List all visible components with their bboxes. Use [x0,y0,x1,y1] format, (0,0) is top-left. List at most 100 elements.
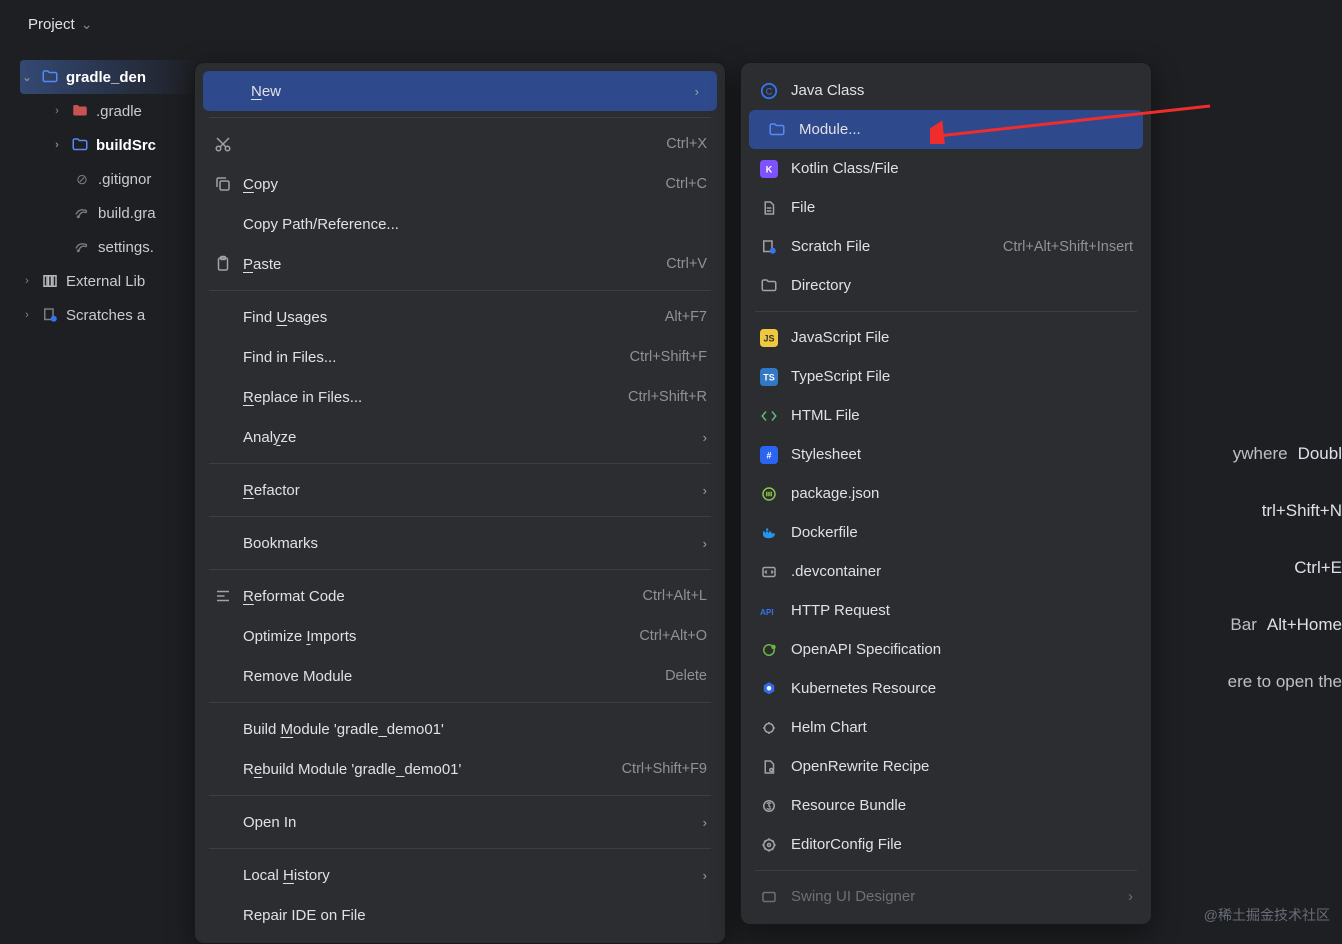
tree-item[interactable]: ⊘ .gitignor [20,162,200,196]
submenu-item[interactable]: .devcontainer [741,552,1151,591]
folder-icon [759,276,779,296]
openapi-icon [759,640,779,660]
menu-item[interactable]: New› [203,71,717,111]
menu-item[interactable]: Refactor› [195,470,725,510]
submenu-label: Dockerfile [791,524,1133,541]
editorconfig-icon [759,835,779,855]
shortcut: Ctrl+Alt+L [643,588,707,604]
tree-item[interactable]: › .gradle [20,94,200,128]
menu-item[interactable]: Reformat Code Ctrl+Alt+L [195,576,725,616]
library-icon [40,271,60,291]
svg-text:K: K [766,164,773,174]
menu-label: Find in Files... [243,349,620,366]
menu-item[interactable]: Bookmarks› [195,523,725,563]
folder-blue-icon [767,120,787,140]
project-label: Project [28,16,75,33]
scratch-icon [759,237,779,257]
project-tool-header[interactable]: Project [0,0,1342,48]
submenu-item[interactable]: Scratch FileCtrl+Alt+Shift+Insert [741,227,1151,266]
expand-icon[interactable]: › [20,309,34,321]
menu-label: Local History [243,867,693,884]
expand-icon[interactable]: ⌄ [20,71,34,84]
shortcut: Delete [665,668,707,684]
menu-item[interactable]: CopyCtrl+C [195,164,725,204]
menu-item[interactable]: Rebuild Module 'gradle_demo01'Ctrl+Shift… [195,749,725,789]
tree-item[interactable]: › External Lib [20,264,200,298]
submenu-item[interactable]: JSJavaScript File [741,318,1151,357]
gradle-icon [72,237,92,257]
tree-label: .gradle [96,103,142,120]
chevron-right-icon: › [1128,888,1133,905]
submenu-label: Stylesheet [791,446,1133,463]
tree-root[interactable]: ⌄ gradle_den [20,60,200,94]
folder-icon [70,101,90,121]
shortcut: Ctrl+Shift+R [628,389,707,405]
submenu-item[interactable]: Module... [749,110,1143,149]
tree-item[interactable]: settings. [20,230,200,264]
menu-label: Reformat Code [243,588,633,605]
chevron-right-icon: › [703,483,707,498]
menu-item[interactable]: Analyze› [195,417,725,457]
menu-item[interactable]: Optimize ImportsCtrl+Alt+O [195,616,725,656]
docker-icon [759,523,779,543]
menu-item[interactable]: Remove ModuleDelete [195,656,725,696]
api-icon: API [759,601,779,621]
c-blue-icon: C [759,81,779,101]
scratch-icon [40,305,60,325]
chevron-right-icon: › [695,84,699,99]
submenu-item[interactable]: KKotlin Class/File [741,149,1151,188]
menu-item[interactable]: Repair IDE on File [195,895,725,935]
css-icon: # [759,445,779,465]
menu-item[interactable]: Replace in Files...Ctrl+Shift+R [195,377,725,417]
expand-icon[interactable]: › [20,275,34,287]
paste-icon [213,255,233,273]
menu-item[interactable]: Find UsagesAlt+F7 [195,297,725,337]
tree-label: Scratches a [66,307,145,324]
menu-item[interactable]: Copy Path/Reference... [195,204,725,244]
context-menu: New› Ctrl+XCopyCtrl+CCopy Path/Reference.… [194,62,726,944]
submenu-label: JavaScript File [791,329,1133,346]
tree-item[interactable]: › Scratches a [20,298,200,332]
submenu-item[interactable]: Resource Bundle [741,786,1151,825]
tree-item[interactable]: › buildSrc [20,128,200,162]
menu-label: Open In [243,814,693,831]
shortcut: Ctrl+V [666,256,707,272]
expand-icon[interactable]: › [50,139,64,151]
submenu-item[interactable]: APIHTTP Request [741,591,1151,630]
svg-text:API: API [760,608,774,617]
submenu-item[interactable]: OpenAPI Specification [741,630,1151,669]
tree-item[interactable]: build.gra [20,196,200,230]
k-purple-icon: K [759,159,779,179]
submenu-item[interactable]: # Stylesheet [741,435,1151,474]
menu-label: Rebuild Module 'gradle_demo01' [243,761,612,778]
submenu-item[interactable]: TSTypeScript File [741,357,1151,396]
project-tree[interactable]: ⌄ gradle_den › .gradle › buildSrc ⊘ .git… [20,60,200,332]
svg-text:C: C [766,86,773,96]
submenu-item[interactable]: Directory [741,266,1151,305]
submenu-item[interactable]: OpenRewrite Recipe [741,747,1151,786]
k8s-icon [759,679,779,699]
ts-icon: TS [759,367,779,387]
submenu-label: OpenRewrite Recipe [791,758,1133,775]
svg-text:#: # [766,450,771,460]
menu-item[interactable]: PasteCtrl+V [195,244,725,284]
submenu-item[interactable]: File [741,188,1151,227]
menu-item[interactable]: Open In› [195,802,725,842]
submenu-item[interactable]: Kubernetes Resource [741,669,1151,708]
copy-icon [213,175,233,193]
expand-icon[interactable]: › [50,105,64,117]
menu-label: Build Module 'gradle_demo01' [243,721,707,738]
submenu-item[interactable]: HTML File [741,396,1151,435]
submenu-item[interactable]: EditorConfig File [741,825,1151,864]
menu-label: Analyze [243,429,693,446]
submenu-item[interactable]: Dockerfile [741,513,1151,552]
menu-item[interactable]: Local History› [195,855,725,895]
menu-item[interactable]: Find in Files...Ctrl+Shift+F [195,337,725,377]
menu-item[interactable]: Ctrl+X [195,124,725,164]
tree-label: settings. [98,239,154,256]
submenu-item[interactable]: CJava Class [741,71,1151,110]
menu-item[interactable]: Build Module 'gradle_demo01' [195,709,725,749]
module-folder-icon [70,135,90,155]
submenu-item[interactable]: Helm Chart [741,708,1151,747]
submenu-item[interactable]: package.json [741,474,1151,513]
